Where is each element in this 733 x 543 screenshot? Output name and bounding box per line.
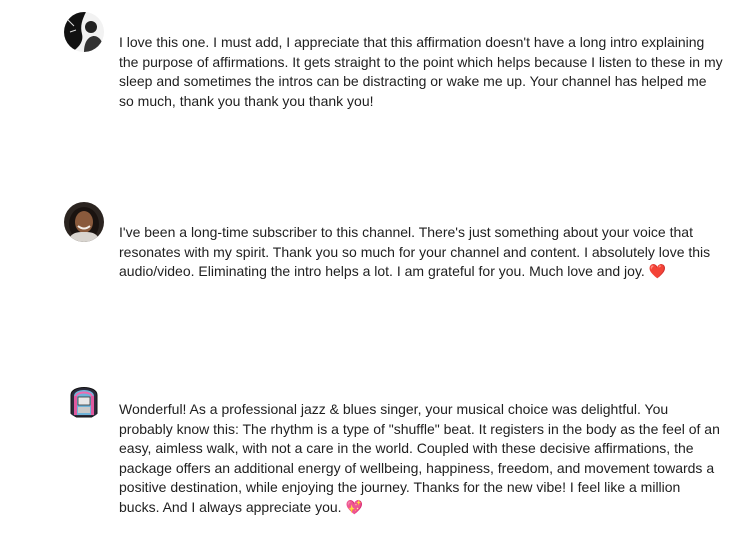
user-avatar-photo-icon[interactable] [64, 202, 104, 242]
comment-text: Wonderful! As a professional jazz & blue… [119, 401, 720, 515]
user-avatar-bw-icon[interactable] [64, 12, 104, 52]
comment-text: I love this one. I must add, I appreciat… [119, 34, 723, 109]
comment-text: I've been a long-time subscriber to this… [119, 224, 711, 279]
jukebox-avatar-icon[interactable] [64, 379, 104, 419]
